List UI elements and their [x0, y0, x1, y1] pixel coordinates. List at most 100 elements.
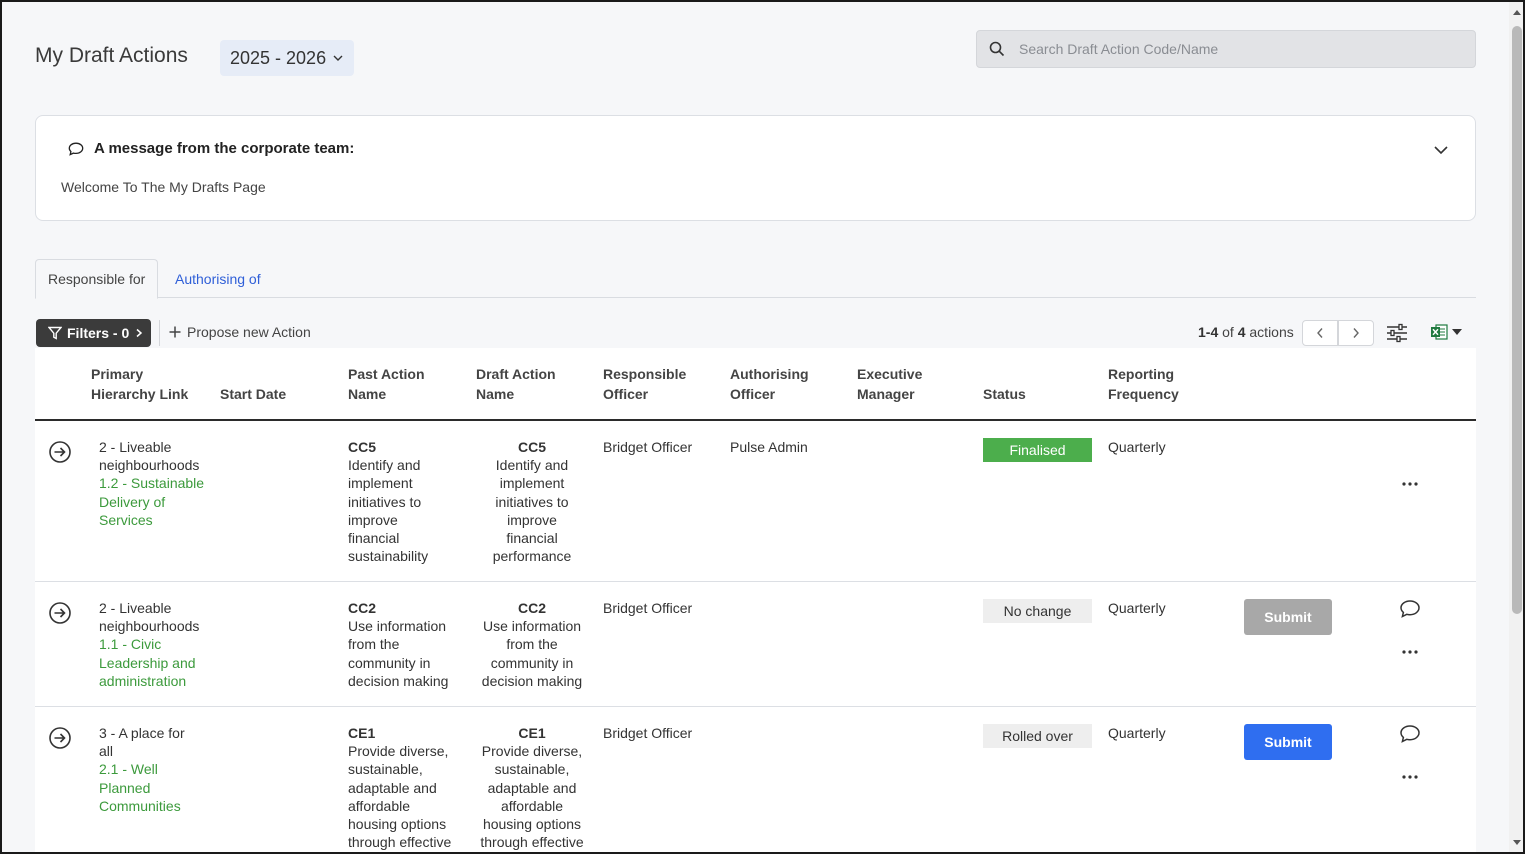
hierarchy-link[interactable]: Planned [99, 779, 214, 797]
search-box[interactable] [976, 30, 1476, 68]
hierarchy-level: all [99, 743, 114, 760]
col-primary-hierarchy[interactable]: Primary Hierarchy Link [91, 364, 188, 404]
comment-icon[interactable] [1399, 599, 1421, 619]
col-executive-manager[interactable]: Executive Manager [857, 364, 922, 404]
table-row[interactable]: 2 - Liveable neighbourhoods 1.2 - Sustai… [35, 421, 1476, 582]
header-label: Past Action [348, 366, 425, 382]
tab-responsible-for[interactable]: Responsible for [35, 259, 159, 299]
actions-table: Primary Hierarchy Link Start Date Past A… [35, 348, 1476, 852]
action-code: CC2 [348, 600, 377, 616]
responsible-officer: Bridget Officer [603, 600, 693, 616]
caret-down-icon [1452, 329, 1462, 335]
responsible-officer: Bridget Officer [603, 725, 693, 741]
draft-action-cell: CC2 Use information from the community i… [472, 599, 592, 690]
previous-page-button[interactable] [1302, 320, 1338, 346]
hierarchy-level: neighbourhoods [99, 457, 200, 474]
filter-icon [48, 326, 62, 340]
authorising-officer: Pulse Admin [730, 439, 808, 455]
year-value: 2025 - 2026 [230, 47, 327, 68]
page-title: My Draft Actions [35, 44, 188, 67]
col-draft-action-name[interactable]: Draft Action Name [476, 364, 556, 404]
more-options-icon[interactable] [1398, 647, 1422, 657]
filters-button[interactable]: Filters - 0 [36, 319, 151, 347]
hierarchy-link[interactable]: Leadership and [99, 654, 214, 672]
action-name-line: financial [506, 530, 558, 547]
header-label: Name [348, 386, 387, 402]
col-authorising-officer[interactable]: Authorising Officer [730, 364, 809, 404]
submit-button[interactable]: Submit [1244, 599, 1332, 635]
filters-label: Filters - 0 [67, 325, 130, 341]
scroll-down-arrow[interactable] [1513, 840, 1521, 845]
reporting-frequency: Quarterly [1108, 439, 1166, 455]
tab-authorising-of[interactable]: Authorising of [163, 259, 273, 298]
arrow-circle-right-icon[interactable] [48, 601, 72, 625]
table-row[interactable]: 2 - Liveable neighbourhoods 1.1 - Civic … [35, 582, 1476, 707]
action-name-line: Provide diverse, [348, 743, 449, 760]
hierarchy-link[interactable]: Communities [99, 797, 214, 815]
column-settings-icon[interactable] [1386, 323, 1408, 343]
action-code: CC5 [517, 439, 546, 455]
action-name-line: from the [348, 636, 400, 653]
header-label: Primary [91, 366, 144, 382]
action-name-line: housing options [482, 816, 582, 833]
next-page-button[interactable] [1338, 320, 1374, 346]
hierarchy-cell: 3 - A place for all 2.1 - Well Planned C… [99, 724, 214, 815]
col-reporting-frequency[interactable]: Reporting Frequency [1108, 364, 1179, 404]
action-name-line: through effective [348, 834, 452, 851]
past-action-cell: CC2 Use information from the community i… [348, 599, 468, 690]
arrow-circle-right-icon[interactable] [48, 440, 72, 464]
hierarchy-link[interactable]: Delivery of [99, 493, 214, 511]
action-name-line: improve [507, 511, 557, 528]
col-responsible-officer[interactable]: Responsible Officer [603, 364, 686, 404]
chevron-left-icon [1317, 328, 1323, 338]
header-label: Draft Action [476, 366, 556, 382]
action-name-line: performance [492, 548, 572, 565]
search-input[interactable] [1019, 41, 1439, 57]
propose-label: Propose new Action [187, 324, 311, 340]
excel-icon [1431, 324, 1448, 340]
more-options-icon[interactable] [1398, 479, 1422, 489]
table-row[interactable]: 3 - A place for all 2.1 - Well Planned C… [35, 707, 1476, 852]
pager-summary: 1-4 of 4 actions [1198, 324, 1294, 340]
vertical-scrollbar[interactable] [1509, 2, 1523, 852]
more-options-icon[interactable] [1398, 772, 1422, 782]
action-name-line: community in [490, 654, 574, 671]
col-start-date[interactable]: Start Date [220, 384, 286, 404]
export-excel-button[interactable] [1430, 323, 1462, 341]
speech-bubble-icon [68, 142, 84, 156]
header-label: Frequency [1108, 386, 1179, 402]
scroll-up-arrow[interactable] [1513, 10, 1521, 15]
action-name-line: affordable [500, 797, 563, 814]
action-code: CC5 [348, 439, 377, 455]
chevron-down-icon[interactable] [1433, 142, 1449, 158]
action-name-line: Identify and [495, 457, 569, 474]
message-body: Welcome To The My Drafts Page [61, 179, 266, 195]
hierarchy-link[interactable]: 1.2 - Sustainable [99, 474, 214, 492]
action-name-line: housing options [348, 816, 447, 833]
chevron-down-icon [333, 55, 343, 61]
reporting-frequency: Quarterly [1108, 600, 1166, 616]
header-label: Officer [603, 386, 649, 402]
hierarchy-link[interactable]: 2.1 - Well [99, 760, 214, 778]
header-label: Responsible [603, 366, 687, 382]
year-select[interactable]: 2025 - 2026 [220, 40, 354, 76]
action-name-line: initiatives to [495, 493, 569, 510]
col-status[interactable]: Status [983, 384, 1026, 404]
submit-button[interactable]: Submit [1244, 724, 1332, 760]
draft-action-cell: CC5 Identify and implement initiatives t… [472, 438, 592, 565]
col-past-action-name[interactable]: Past Action Name [348, 364, 425, 404]
hierarchy-link[interactable]: Services [99, 511, 214, 529]
app-window: My Draft Actions 2025 - 2026 A message f… [0, 0, 1525, 854]
table-header: Primary Hierarchy Link Start Date Past A… [35, 348, 1476, 421]
hierarchy-link[interactable]: administration [99, 672, 214, 690]
hierarchy-level: 3 - A place for [99, 725, 185, 741]
header-label: Manager [857, 386, 915, 402]
action-name-line: financial [348, 530, 400, 547]
propose-action-button[interactable]: Propose new Action [169, 324, 311, 340]
hierarchy-link[interactable]: 1.1 - Civic [99, 635, 214, 653]
comment-icon[interactable] [1399, 724, 1421, 744]
scrollbar-thumb[interactable] [1512, 26, 1522, 614]
action-name-line: decision making [348, 672, 449, 689]
arrow-circle-right-icon[interactable] [48, 726, 72, 750]
action-name-line: affordable [348, 797, 411, 814]
